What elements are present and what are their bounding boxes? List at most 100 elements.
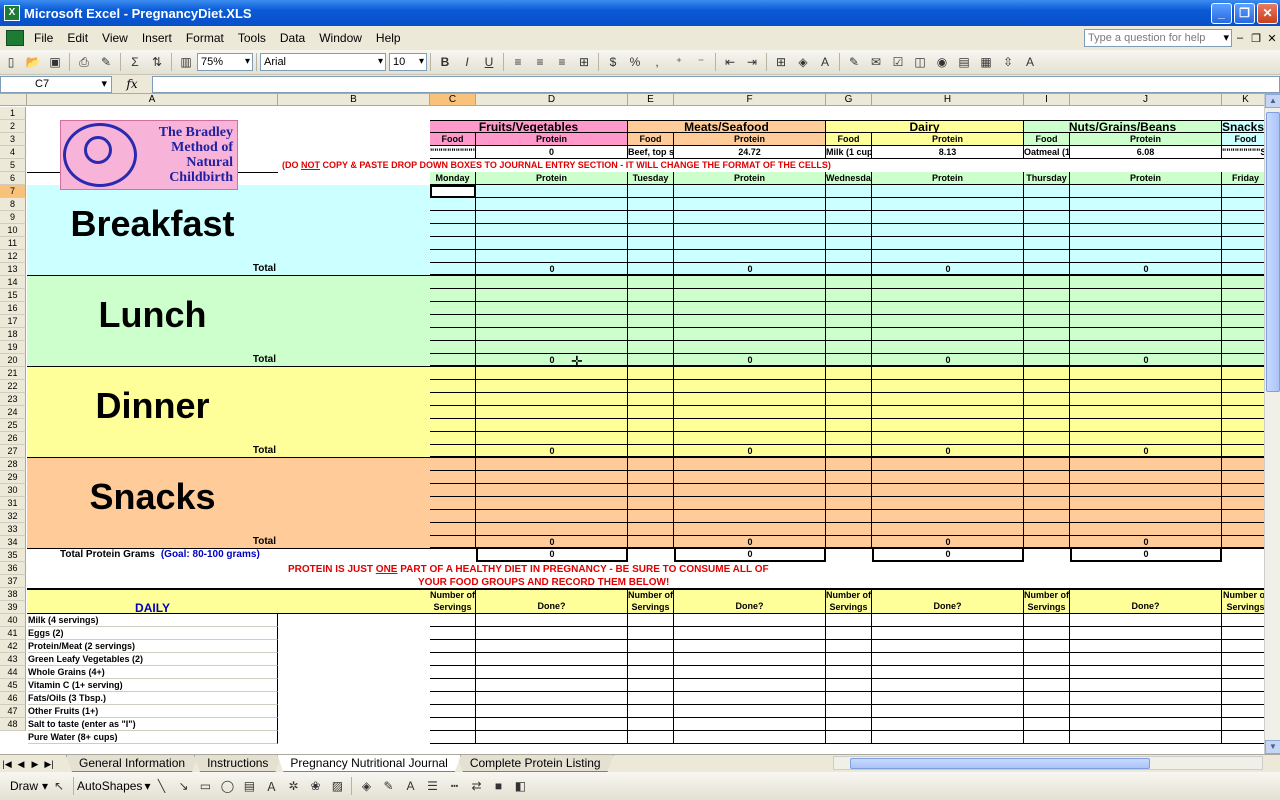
entry-cell[interactable] (628, 198, 674, 211)
daily-entry-cell[interactable] (628, 666, 674, 679)
daily-entry-cell[interactable] (1070, 653, 1222, 666)
entry-cell[interactable] (476, 458, 628, 471)
daily-entry-cell[interactable] (476, 692, 628, 705)
entry-cell[interactable] (628, 484, 674, 497)
daily-entry-cell[interactable] (430, 705, 476, 718)
close-button[interactable]: ✕ (1257, 2, 1278, 24)
daily-entry-cell[interactable] (1222, 705, 1264, 718)
menu-edit[interactable]: Edit (60, 29, 95, 47)
align-left-icon[interactable]: ≡ (508, 52, 528, 72)
entry-cell[interactable] (674, 484, 826, 497)
font-select[interactable]: Arial (260, 53, 386, 71)
daily-entry-cell[interactable] (872, 653, 1024, 666)
daily-entry-cell[interactable] (826, 627, 872, 640)
entry-cell[interactable] (826, 250, 872, 263)
entry-cell[interactable] (1024, 380, 1070, 393)
print-preview-icon[interactable]: ⎙ (74, 52, 94, 72)
daily-entry-cell[interactable] (826, 640, 872, 653)
row-header-11[interactable]: 11 (0, 237, 26, 250)
entry-cell[interactable] (826, 367, 872, 380)
entry-cell[interactable] (1070, 211, 1222, 224)
entry-cell[interactable] (674, 458, 826, 471)
entry-cell[interactable] (826, 289, 872, 302)
entry-cell[interactable] (430, 536, 476, 549)
next-sheet-icon[interactable]: ▶ (28, 756, 42, 772)
entry-cell[interactable] (1222, 315, 1264, 328)
draw-border-icon[interactable]: ✎ (844, 52, 864, 72)
entry-cell[interactable] (1222, 432, 1264, 445)
increase-decimal-icon[interactable]: ⁺ (669, 52, 689, 72)
entry-cell[interactable] (1024, 497, 1070, 510)
entry-cell[interactable] (1070, 367, 1222, 380)
entry-cell[interactable] (872, 419, 1024, 432)
entry-cell[interactable] (826, 211, 872, 224)
daily-entry-cell[interactable] (872, 640, 1024, 653)
entry-cell[interactable] (1222, 185, 1264, 198)
entry-cell[interactable] (1024, 367, 1070, 380)
daily-entry-cell[interactable] (1070, 679, 1222, 692)
entry-cell[interactable] (430, 276, 476, 289)
entry-cell[interactable] (476, 224, 628, 237)
entry-cell[interactable] (1222, 458, 1264, 471)
daily-entry-cell[interactable] (1070, 614, 1222, 627)
entry-cell[interactable] (628, 250, 674, 263)
daily-entry-cell[interactable] (674, 705, 826, 718)
daily-entry-cell[interactable] (872, 666, 1024, 679)
entry-cell[interactable] (476, 302, 628, 315)
ask-question-input[interactable]: Type a question for help (1084, 29, 1232, 47)
menu-data[interactable]: Data (273, 29, 312, 47)
daily-entry-cell[interactable] (826, 679, 872, 692)
entry-cell[interactable] (430, 458, 476, 471)
entry-cell[interactable] (1222, 380, 1264, 393)
entry-cell[interactable] (872, 341, 1024, 354)
row-header-46[interactable]: 46 (0, 692, 26, 705)
row-header-38[interactable]: 38 (0, 588, 26, 601)
worksheet-grid[interactable]: ABCDEFGHIJKL1234567891011121314151617181… (0, 94, 1264, 754)
entry-cell[interactable] (476, 198, 628, 211)
row-header-27[interactable]: 27 (0, 445, 26, 458)
entry-cell[interactable] (674, 289, 826, 302)
entry-cell[interactable] (1070, 393, 1222, 406)
entry-cell[interactable] (476, 393, 628, 406)
entry-cell[interactable] (430, 289, 476, 302)
daily-entry-cell[interactable] (826, 705, 872, 718)
entry-cell[interactable] (1070, 471, 1222, 484)
entry-cell[interactable] (628, 367, 674, 380)
daily-entry-cell[interactable] (476, 627, 628, 640)
entry-cell[interactable] (674, 237, 826, 250)
shadow-icon[interactable]: ■ (488, 776, 508, 796)
entry-cell[interactable] (628, 289, 674, 302)
entry-cell[interactable] (1222, 198, 1264, 211)
entry-cell[interactable] (430, 198, 476, 211)
row-header-36[interactable]: 36 (0, 562, 26, 575)
entry-cell[interactable] (872, 328, 1024, 341)
entry-cell[interactable] (476, 276, 628, 289)
borders-icon[interactable]: ⊞ (771, 52, 791, 72)
daily-entry-cell[interactable] (674, 679, 826, 692)
entry-cell[interactable] (430, 471, 476, 484)
column-header-c[interactable]: C (430, 94, 476, 106)
entry-cell[interactable] (1070, 419, 1222, 432)
dash-style-icon[interactable]: ┅ (444, 776, 464, 796)
option-icon[interactable]: ◉ (932, 52, 952, 72)
entry-cell[interactable] (1070, 510, 1222, 523)
entry-cell[interactable] (430, 302, 476, 315)
daily-entry-cell[interactable] (430, 718, 476, 731)
row-header-21[interactable]: 21 (0, 367, 26, 380)
row-header-34[interactable]: 34 (0, 536, 26, 549)
autoshapes-dropdown-icon[interactable]: ▾ (144, 779, 150, 793)
row-header-3[interactable]: 3 (0, 133, 26, 146)
minimize-button[interactable]: _ (1211, 2, 1232, 24)
entry-cell[interactable] (872, 237, 1024, 250)
row-header-2[interactable]: 2 (0, 120, 26, 133)
daily-entry-cell[interactable] (1024, 627, 1070, 640)
entry-cell[interactable] (826, 536, 872, 549)
tab-complete-protein-listing[interactable]: Complete Protein Listing (457, 755, 614, 772)
underline-button[interactable]: U (479, 52, 499, 72)
daily-entry-cell[interactable] (430, 627, 476, 640)
row-header-43[interactable]: 43 (0, 653, 26, 666)
line-color-icon[interactable]: ✎ (378, 776, 398, 796)
entry-cell[interactable] (872, 393, 1024, 406)
entry-cell[interactable] (476, 289, 628, 302)
entry-cell[interactable] (1024, 432, 1070, 445)
